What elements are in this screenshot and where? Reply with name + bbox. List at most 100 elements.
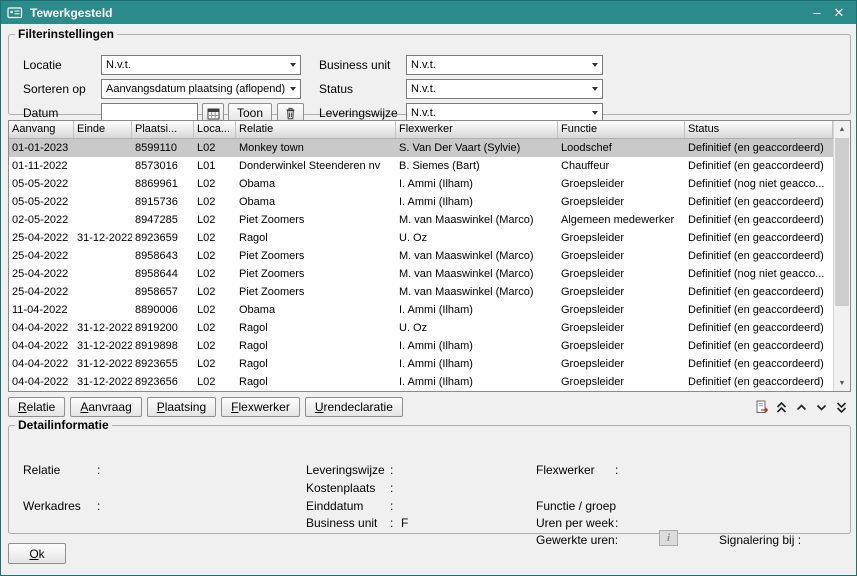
table-cell [74, 283, 132, 301]
status-selected-value: N.v.t. [407, 83, 587, 95]
table-row[interactable]: 05-05-20228869961L02ObamaI. Ammi (Ilham)… [9, 175, 833, 193]
table-cell [74, 193, 132, 211]
minimize-button[interactable]: – [806, 3, 828, 22]
tab-label-accel: R [18, 400, 27, 414]
table-cell: 04-04-2022 [9, 319, 74, 337]
table-cell: 8958644 [132, 265, 194, 283]
table-cell: L02 [194, 229, 236, 247]
scroll-to-top-icon[interactable] [774, 400, 789, 415]
table-cell: Obama [236, 193, 396, 211]
table-row[interactable]: 04-04-202231-12-20228923656L02RagolI. Am… [9, 373, 833, 391]
locatie-label: Locatie [23, 55, 62, 75]
column-header[interactable]: Plaatsi... [132, 121, 194, 138]
table-cell: Loodschef [558, 139, 685, 157]
scrollbar-thumb[interactable] [835, 138, 849, 306]
tab-urendeclaratie[interactable]: Urendeclaratie [305, 397, 403, 417]
detail-info-group: Detailinformatie Relatie : Werkadres : L… [8, 418, 851, 534]
ok-button[interactable]: Ok [8, 543, 66, 564]
title-bar[interactable]: Tewerkgesteld – ✕ [1, 1, 856, 24]
status-select[interactable]: N.v.t. [406, 79, 603, 99]
info-button[interactable]: i [659, 530, 678, 546]
table-cell: 04-04-2022 [9, 373, 74, 391]
tab-flexwerker[interactable]: Flexwerker [221, 397, 300, 417]
table-cell: Monkey town [236, 139, 396, 157]
table-cell: Groepsleider [558, 301, 685, 319]
table-cell: 05-05-2022 [9, 193, 74, 211]
chevron-down-icon [587, 80, 602, 98]
scroll-up-one-icon[interactable] [794, 400, 809, 415]
table-cell: L02 [194, 337, 236, 355]
table-cell: Groepsleider [558, 247, 685, 265]
tab-label: laatsing [165, 400, 206, 414]
table-cell: Definitief (en geaccordeerd) [685, 337, 833, 355]
table-row[interactable]: 04-04-202231-12-20228923655L02RagolI. Am… [9, 355, 833, 373]
table-cell: L02 [194, 211, 236, 229]
sorteren-op-label: Sorteren op [23, 79, 86, 99]
detail-uren-per-week-label: Uren per week [536, 516, 614, 530]
table-cell [74, 139, 132, 157]
ok-button-accel: O [29, 547, 38, 561]
table-cell: 01-01-2023 [9, 139, 74, 157]
table-cell: Ragol [236, 355, 396, 373]
table-row[interactable]: 25-04-20228958644L02Piet ZoomersM. van M… [9, 265, 833, 283]
table-cell: Obama [236, 175, 396, 193]
column-header[interactable]: Relatie [236, 121, 396, 138]
column-header[interactable]: Loca... [194, 121, 236, 138]
scroll-to-bottom-icon[interactable] [834, 400, 849, 415]
table-cell: 8923659 [132, 229, 194, 247]
column-header[interactable]: Flexwerker [396, 121, 558, 138]
column-header[interactable]: Functie [558, 121, 685, 138]
window-title: Tewerkgesteld [30, 6, 806, 20]
sorteren-op-selected-value: Aanvangsdatum plaatsing (aflopend) [102, 83, 285, 95]
tab-relatie[interactable]: Relatie [8, 397, 65, 417]
table-row[interactable]: 01-11-20228573016L01Donderwinkel Steende… [9, 157, 833, 175]
tab-label-accel: U [315, 400, 324, 414]
open-record-icon[interactable] [754, 400, 769, 415]
table-cell: I. Ammi (Ilham) [396, 355, 558, 373]
close-button[interactable]: ✕ [828, 3, 850, 22]
table-row[interactable]: 11-04-20228890006L02ObamaI. Ammi (Ilham)… [9, 301, 833, 319]
table-cell: 04-04-2022 [9, 355, 74, 373]
table-cell: 31-12-2022 [74, 229, 132, 247]
table-cell: L02 [194, 301, 236, 319]
scroll-down-icon[interactable]: ▼ [834, 375, 850, 391]
table-cell: Groepsleider [558, 229, 685, 247]
table-row[interactable]: 25-04-20228958657L02Piet ZoomersM. van M… [9, 283, 833, 301]
table-row[interactable]: 25-04-202231-12-20228923659L02RagolU. Oz… [9, 229, 833, 247]
detail-einddatum-colon: : [390, 499, 393, 513]
tab-plaatsing[interactable]: Plaatsing [147, 397, 216, 417]
detail-kostenplaats-label: Kostenplaats [306, 481, 375, 495]
table-cell: Definitief (en geaccordeerd) [685, 211, 833, 229]
table-cell: 25-04-2022 [9, 283, 74, 301]
table-row[interactable]: 05-05-20228915736L02ObamaI. Ammi (Ilham)… [9, 193, 833, 211]
column-header[interactable]: Status [685, 121, 833, 138]
detail-relatie-label: Relatie [23, 463, 60, 477]
column-header[interactable]: Aanvang [9, 121, 74, 138]
leveringswijze-selected-value: N.v.t. [407, 107, 587, 119]
placements-table: AanvangEindePlaatsi...Loca...RelatieFlex… [8, 120, 851, 392]
locatie-select[interactable]: N.v.t. [101, 55, 301, 75]
table-cell [74, 211, 132, 229]
vertical-scrollbar[interactable]: ▲ ▼ [833, 121, 850, 391]
scroll-up-icon[interactable]: ▲ [834, 121, 850, 137]
table-cell: Ragol [236, 373, 396, 391]
scroll-down-one-icon[interactable] [814, 400, 829, 415]
table-cell: 8923656 [132, 373, 194, 391]
tab-aanvraag[interactable]: Aanvraag [70, 397, 141, 417]
table-row[interactable]: 04-04-202231-12-20228919898L02RagolI. Am… [9, 337, 833, 355]
sorteren-op-select[interactable]: Aanvangsdatum plaatsing (aflopend) [101, 79, 301, 99]
table-row[interactable]: 04-04-202231-12-20228919200L02RagolU. Oz… [9, 319, 833, 337]
table-row[interactable]: 01-01-20238599110L02Monkey townS. Van De… [9, 139, 833, 157]
table-row[interactable]: 02-05-20228947285L02Piet ZoomersM. van M… [9, 211, 833, 229]
table-cell: Definitief (en geaccordeerd) [685, 301, 833, 319]
table-row[interactable]: 25-04-20228958643L02Piet ZoomersM. van M… [9, 247, 833, 265]
business-unit-select[interactable]: N.v.t. [406, 55, 603, 75]
detail-signalering-label: Signalering bij : [719, 533, 801, 547]
table-cell: Groepsleider [558, 193, 685, 211]
detail-business-unit-colon: : [390, 516, 393, 530]
table-cell: 31-12-2022 [74, 355, 132, 373]
table-cell: Piet Zoomers [236, 247, 396, 265]
column-header[interactable]: Einde [74, 121, 132, 138]
table-cell: 01-11-2022 [9, 157, 74, 175]
table-cell: Definitief (en geaccordeerd) [685, 247, 833, 265]
